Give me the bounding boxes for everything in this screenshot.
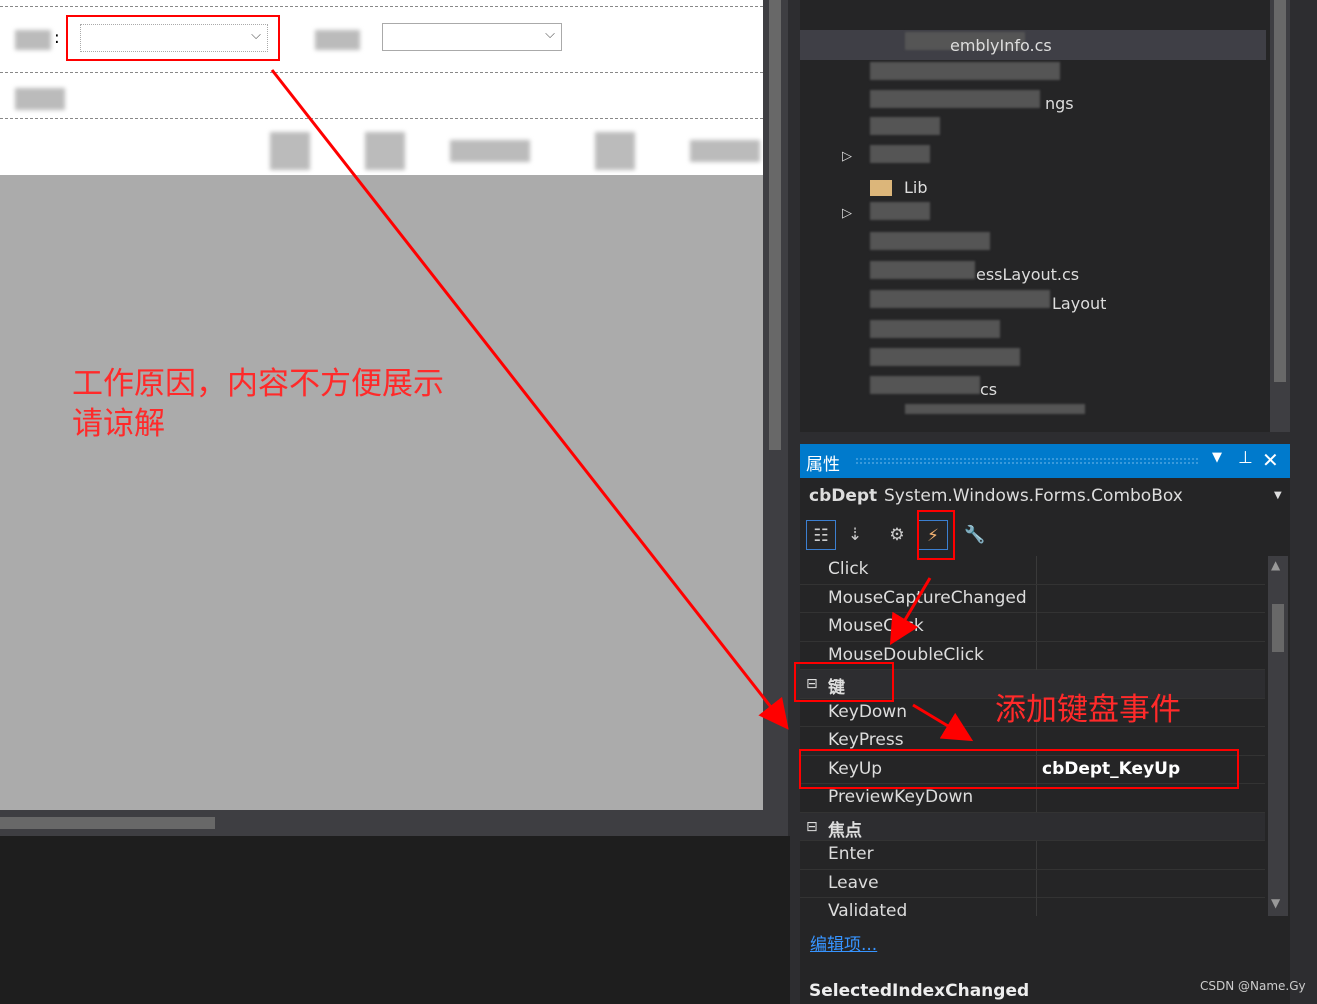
arrow-to-keypress [912,703,974,742]
annotation-arrows [270,69,974,742]
arrow-combo-to-keyup [270,69,789,730]
arrow-events-to-key [889,577,932,646]
